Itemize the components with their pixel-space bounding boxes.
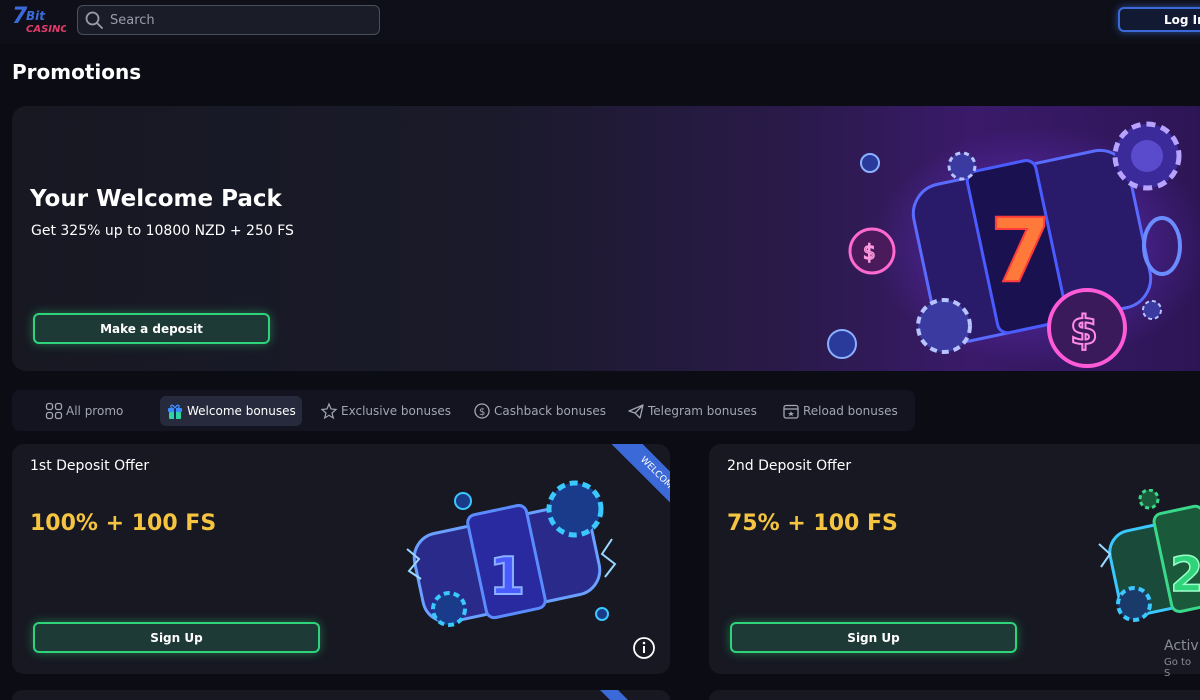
offer-title: 2nd Deposit Offer [727, 458, 852, 474]
tab-label: Welcome bonuses [187, 404, 296, 418]
svg-text:$: $ [863, 240, 876, 264]
tab-reload-bonuses[interactable]: Reload bonuses [776, 396, 904, 426]
star-icon [320, 402, 338, 420]
banner-subtitle: Get 325% up to 10800 NZD + 250 FS [31, 223, 294, 239]
search-input[interactable] [110, 12, 370, 28]
make-deposit-button[interactable]: Make a deposit [33, 313, 270, 344]
hero-seven-symbol: 7 [990, 199, 1051, 302]
sign-up-button[interactable]: Sign Up [730, 622, 1017, 653]
sign-up-button[interactable]: Sign Up [33, 622, 320, 653]
tab-all-promo[interactable]: All promo [39, 396, 129, 426]
offer-amount: 75% + 100 FS [727, 511, 898, 536]
promo-category-tabs: All promo Welcome bonuses Exclusive bonu… [12, 390, 915, 431]
search-box[interactable] [77, 5, 380, 35]
offer-card-partial [12, 690, 670, 700]
tab-label: Exclusive bonuses [341, 404, 451, 418]
page-title: Promotions [12, 60, 142, 84]
gift-icon [168, 404, 182, 419]
tab-telegram-bonuses[interactable]: Telegram bonuses [621, 396, 763, 426]
reel-one-symbol: 1 [489, 547, 525, 607]
slot-reels-illustration: 7 $ $ [827, 121, 1200, 368]
tab-label: Reload bonuses [803, 404, 898, 418]
calendar-icon [783, 404, 799, 419]
login-button[interactable]: Log In [1118, 7, 1200, 32]
tab-welcome-bonuses[interactable]: Welcome bonuses [160, 396, 302, 426]
grid-icon [45, 402, 63, 420]
reel-two-illustration: 2 [1098, 489, 1200, 622]
tab-label: Telegram bonuses [648, 404, 757, 418]
offer-card-1st-deposit: 1st Deposit Offer 100% + 100 FS Sign Up … [12, 444, 670, 674]
tab-cashback-bonuses[interactable]: $ Cashback bonuses [467, 396, 612, 426]
ribbon-partial [600, 690, 628, 700]
offer-card-2nd-deposit: 2nd Deposit Offer 75% + 100 FS Sign Up 2 [709, 444, 1200, 674]
svg-text:CASINO: CASINO [26, 24, 66, 35]
banner-title: Your Welcome Pack [30, 186, 282, 212]
tab-label: Cashback bonuses [494, 404, 606, 418]
cashback-icon: $ [474, 403, 490, 419]
reel-one-illustration: 1 [406, 480, 617, 627]
info-icon[interactable] [632, 636, 656, 660]
activate-windows-watermark: Activ [1164, 638, 1199, 654]
svg-text:Bit: Bit [26, 9, 46, 23]
casino-logo[interactable]: 7 Bit CASINO [12, 4, 66, 36]
svg-text:$: $ [1070, 308, 1098, 354]
welcome-pack-banner: Your Welcome Pack Get 325% up to 10800 N… [12, 106, 1200, 371]
offer-title: 1st Deposit Offer [30, 458, 150, 474]
offer-card-partial [709, 690, 1200, 700]
svg-text:$: $ [479, 407, 485, 418]
activate-windows-hint: Go to S [1164, 657, 1192, 679]
tab-exclusive-bonuses[interactable]: Exclusive bonuses [314, 396, 457, 426]
search-icon [85, 11, 103, 29]
tab-label: All promo [66, 404, 124, 418]
telegram-icon [628, 404, 644, 419]
offer-amount: 100% + 100 FS [30, 511, 217, 536]
top-header: 7 Bit CASINO Log In [0, 0, 1200, 44]
reel-two-symbol: 2 [1170, 547, 1200, 603]
